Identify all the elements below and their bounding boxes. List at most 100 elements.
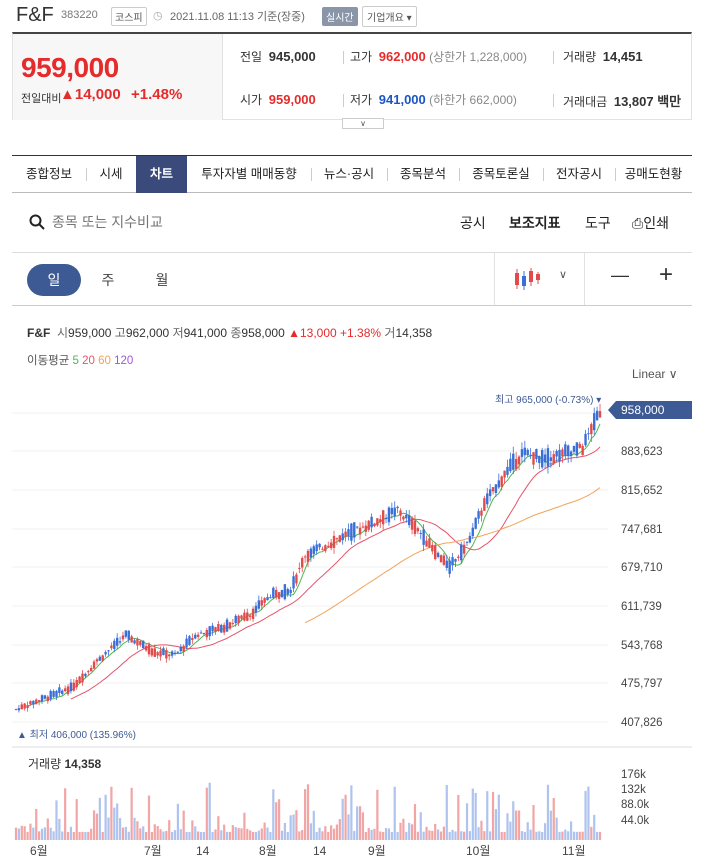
drawing-tool-button[interactable]: 도구 bbox=[585, 213, 611, 233]
volume-bar bbox=[439, 831, 443, 840]
candle-body bbox=[63, 688, 67, 692]
zoom-out-button[interactable]: — bbox=[611, 265, 629, 286]
x-tick-label: 14 bbox=[196, 844, 210, 858]
y-tick-label: 747,681 bbox=[621, 524, 663, 536]
candle-body bbox=[552, 454, 555, 464]
period-day[interactable]: 일 bbox=[27, 264, 81, 296]
candle-body bbox=[46, 696, 50, 702]
candle-body bbox=[578, 443, 581, 448]
tab-price[interactable]: 시세 bbox=[86, 156, 136, 193]
tab-analysis[interactable]: 종목분석 bbox=[387, 156, 459, 193]
volume-bar bbox=[564, 829, 567, 840]
indicator-button[interactable]: 보조지표 bbox=[509, 213, 561, 233]
volume-bar bbox=[150, 831, 153, 840]
candle-body bbox=[260, 600, 263, 606]
tab-disclosure[interactable]: 전자공시 bbox=[543, 156, 615, 193]
current-price: 959,000 bbox=[21, 52, 119, 83]
candle-body bbox=[222, 624, 226, 633]
volume-legend: 거래량 14,358 bbox=[28, 757, 102, 771]
volume-bar bbox=[61, 831, 64, 840]
realtime-button[interactable]: 실시간 bbox=[322, 7, 358, 26]
price-panel: 959,000 전일대비 ▲14,000 +1.48% bbox=[13, 34, 223, 120]
candle-body bbox=[32, 700, 35, 705]
candle-body bbox=[413, 520, 417, 534]
candle-body bbox=[494, 484, 498, 493]
volume-bar bbox=[301, 830, 304, 840]
tab-news[interactable]: 뉴스·공시 bbox=[311, 156, 387, 193]
volume-bar bbox=[272, 789, 275, 840]
volume-bar bbox=[422, 831, 425, 840]
volume-bar bbox=[332, 828, 336, 840]
candle-body bbox=[205, 629, 209, 638]
volume-bar bbox=[538, 831, 541, 840]
candle-body bbox=[173, 652, 177, 654]
tab-chart[interactable]: 차트 bbox=[136, 156, 187, 193]
candle-body bbox=[350, 523, 353, 541]
candle-body bbox=[361, 526, 365, 528]
candle-body bbox=[133, 640, 136, 644]
volume-bar bbox=[315, 831, 318, 840]
candle-body bbox=[156, 652, 159, 656]
volume-bar bbox=[289, 815, 292, 840]
search-icon[interactable] bbox=[29, 214, 45, 230]
chevron-down-icon: ∨ bbox=[668, 367, 678, 381]
candle-type-icon[interactable] bbox=[512, 266, 542, 292]
volume-bar bbox=[87, 831, 90, 840]
volume-bar bbox=[384, 828, 388, 840]
zoom-in-button[interactable]: + bbox=[659, 261, 673, 289]
tab-investor[interactable]: 투자자별 매매동향 bbox=[187, 156, 311, 193]
volume-bar bbox=[509, 821, 512, 840]
expand-toggle[interactable]: ∨ bbox=[342, 118, 384, 129]
candle-body bbox=[477, 511, 480, 519]
volume-bar bbox=[393, 786, 396, 840]
candle-body bbox=[211, 625, 214, 632]
candle-body bbox=[121, 635, 125, 640]
candle-body bbox=[549, 457, 553, 461]
company-info-dropdown[interactable]: 기업개요 ▾ bbox=[362, 6, 417, 27]
price-chart[interactable]: 407,826 475,797 543,768 611,739 679,710 747,6… bbox=[0, 380, 702, 867]
tab-bar: 종합정보 시세 차트 투자자별 매매동향 뉴스·공시 종목분석 종목토론실 전자… bbox=[12, 155, 692, 193]
candle-body bbox=[358, 527, 362, 535]
scale-dropdown[interactable]: Linear ∨ bbox=[632, 367, 678, 381]
period-controls: 일 주 월 ∨ — + bbox=[12, 252, 692, 306]
candle-body bbox=[538, 455, 541, 464]
candle-body bbox=[500, 476, 503, 487]
tab-overview[interactable]: 종합정보 bbox=[12, 156, 86, 193]
candle-body bbox=[347, 529, 350, 536]
volume-bar bbox=[358, 806, 362, 840]
candle-body bbox=[598, 411, 602, 418]
volume-bar bbox=[159, 829, 162, 840]
chevron-down-icon[interactable]: ∨ bbox=[559, 268, 567, 281]
volume-bar bbox=[506, 813, 509, 840]
volume-bar bbox=[598, 831, 602, 840]
candle-body bbox=[165, 650, 168, 659]
volume-bar bbox=[211, 831, 214, 840]
tab-forum[interactable]: 종목토론실 bbox=[459, 156, 543, 193]
volume-bar bbox=[90, 828, 93, 840]
candle-body bbox=[95, 659, 99, 662]
candle-body bbox=[162, 648, 165, 656]
volume-bar bbox=[434, 823, 437, 840]
volume-bar bbox=[364, 832, 367, 840]
candle-body bbox=[529, 454, 532, 456]
period-month[interactable]: 월 bbox=[135, 264, 189, 296]
print-button[interactable]: ⎙인쇄 bbox=[632, 213, 669, 233]
disclosure-toggle[interactable]: 공시 bbox=[460, 213, 486, 233]
volume-bar bbox=[168, 820, 171, 840]
candle-body bbox=[272, 587, 275, 598]
candle-body bbox=[176, 651, 180, 653]
compare-search-input[interactable] bbox=[52, 210, 252, 234]
candle-body bbox=[225, 619, 229, 632]
candle-body bbox=[376, 518, 379, 526]
candle-body bbox=[246, 612, 249, 621]
candle-body bbox=[130, 636, 133, 643]
period-week[interactable]: 주 bbox=[81, 264, 135, 296]
volume-bar bbox=[98, 797, 101, 840]
volume-bar bbox=[49, 827, 52, 840]
tab-short-selling[interactable]: 공매도현황 bbox=[615, 156, 692, 193]
candle-body bbox=[295, 574, 298, 584]
volume-bar bbox=[17, 828, 20, 840]
chart-toolbar: 공시 보조지표 도구 ⎙인쇄 bbox=[12, 200, 692, 246]
candle-body bbox=[81, 673, 84, 683]
candle-body bbox=[113, 640, 116, 649]
